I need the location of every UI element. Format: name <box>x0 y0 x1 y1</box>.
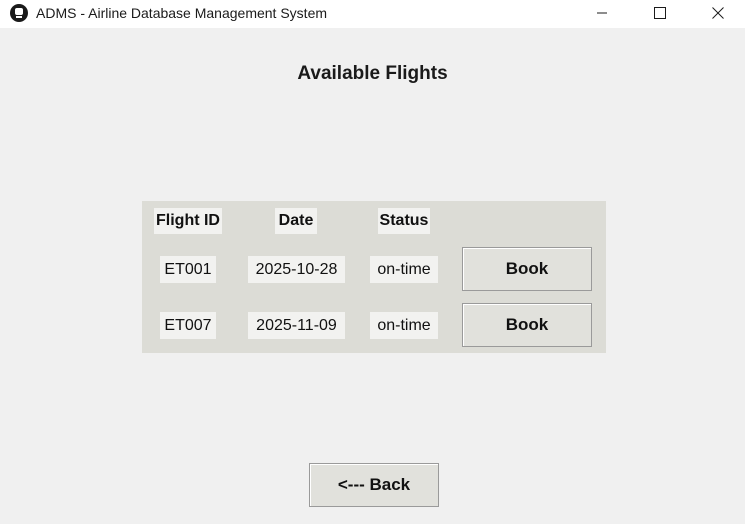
header-date: Date <box>275 208 317 234</box>
cell-flight-id: ET007 <box>160 312 216 339</box>
minimize-button[interactable] <box>573 0 631 28</box>
cell-date: 2025-10-28 <box>248 256 345 283</box>
close-icon <box>712 7 724 19</box>
minimize-icon <box>597 12 607 14</box>
header-flight-id: Flight ID <box>154 208 222 234</box>
book-button[interactable]: Book <box>462 247 592 291</box>
page-title: Available Flights <box>297 63 448 84</box>
book-button[interactable]: Book <box>462 303 592 347</box>
cell-date: 2025-11-09 <box>248 312 345 339</box>
maximize-button[interactable] <box>631 0 689 28</box>
cell-status: on-time <box>370 312 438 339</box>
title-bar: ADMS - Airline Database Management Syste… <box>0 0 745 28</box>
database-icon <box>10 4 28 22</box>
window-title: ADMS - Airline Database Management Syste… <box>36 5 328 21</box>
cell-flight-id: ET001 <box>160 256 216 283</box>
back-button[interactable]: <--- Back <box>309 463 439 507</box>
cell-status: on-time <box>370 256 438 283</box>
header-status: Status <box>378 208 430 234</box>
close-button[interactable] <box>689 0 745 28</box>
flights-table: Flight ID Date Status ET001 2025-10-28 o… <box>142 201 606 353</box>
maximize-icon <box>654 7 666 19</box>
